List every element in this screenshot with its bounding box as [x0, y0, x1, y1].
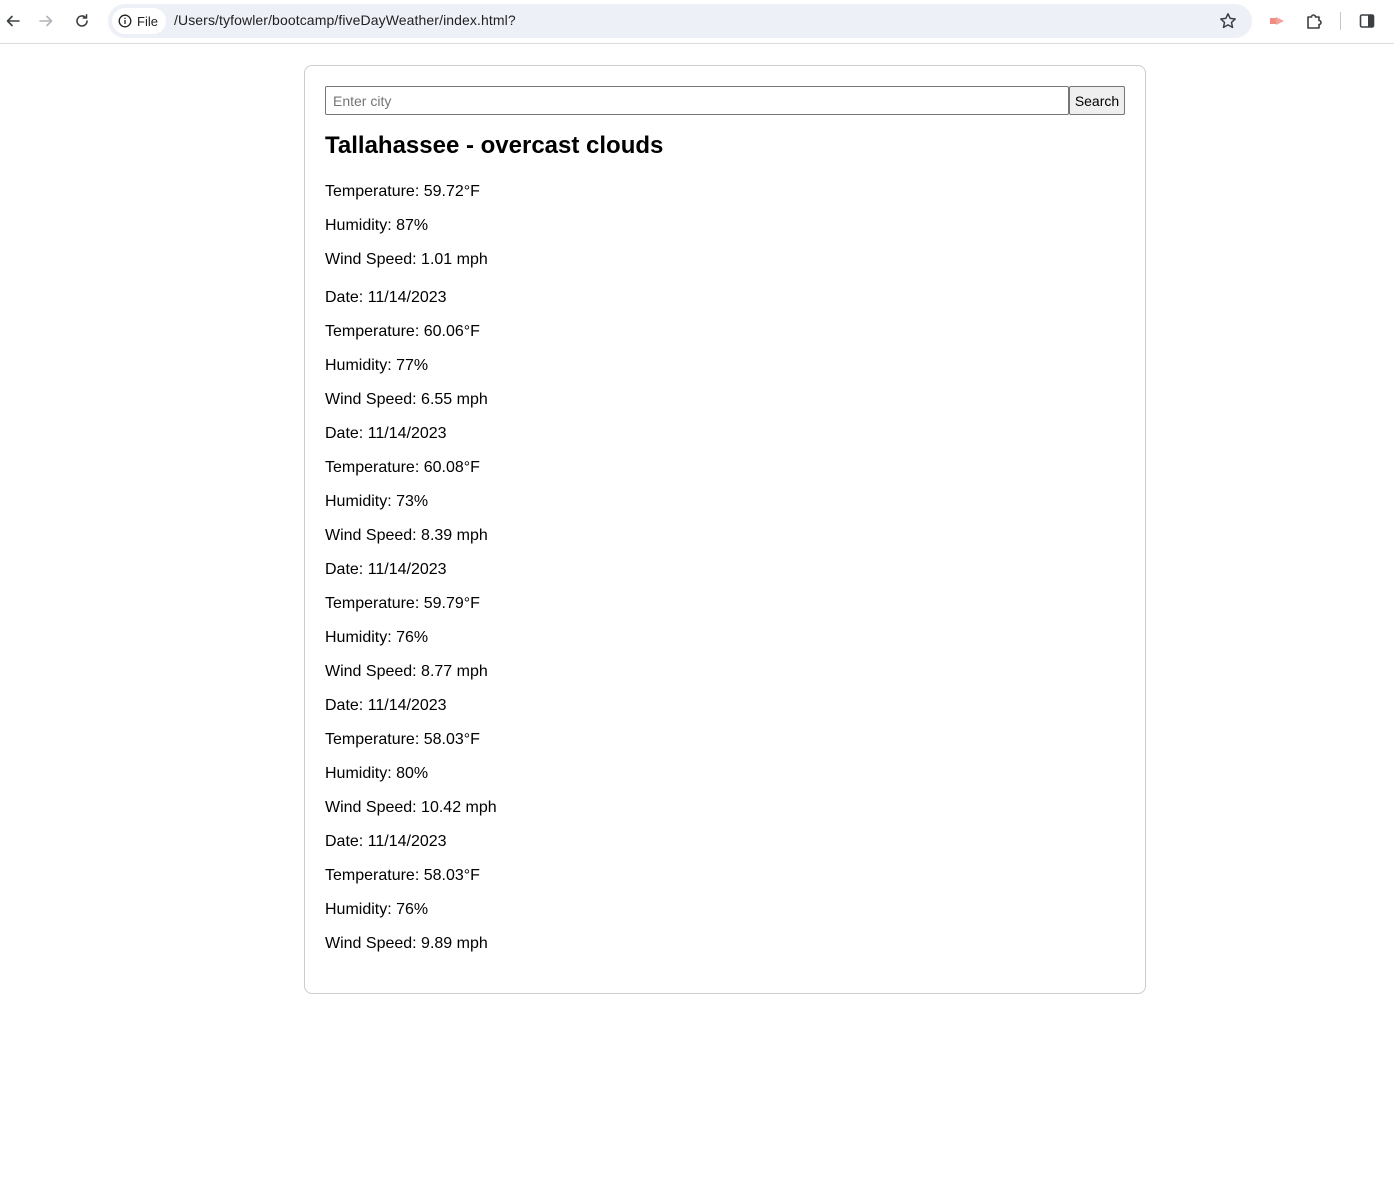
- forecast-humidity: Humidity: 73%: [325, 493, 429, 510]
- site-info-chip[interactable]: File: [112, 8, 166, 34]
- search-button[interactable]: Search: [1069, 86, 1125, 115]
- forecast-date: Date: 11/14/2023: [325, 289, 447, 306]
- browser-toolbar: File /Users/tyfowler/bootcamp/fiveDayWea…: [0, 0, 1394, 44]
- forecast-date: Date: 11/14/2023: [325, 561, 447, 578]
- search-form: Search: [325, 86, 1125, 115]
- forecast-wind-speed: Wind Speed: 8.77 mph: [325, 663, 488, 680]
- forecast-temperature: Temperature: 59.79°F: [325, 595, 480, 612]
- reload-icon: [76, 14, 88, 27]
- forecast-humidity: Humidity: 76%: [325, 629, 429, 646]
- forecast-wind-speed: Wind Speed: 6.55 mph: [325, 391, 488, 408]
- forecast-wind-speed: Wind Speed: 9.89 mph: [325, 935, 488, 952]
- bookmark-button[interactable]: [1216, 9, 1240, 33]
- forecast-date: Date: 11/14/2023: [325, 697, 447, 714]
- toolbar-divider: [1340, 12, 1341, 30]
- extensions-menu-button[interactable]: [1301, 8, 1327, 34]
- extension-logo-icon: [1270, 17, 1284, 25]
- reload-button[interactable]: [69, 8, 95, 34]
- arrow-left-icon: [6, 15, 20, 27]
- forecast-temperature: Temperature: 60.06°F: [325, 323, 480, 340]
- weather-container: Search Tallahassee - overcast clouds Tem…: [304, 65, 1146, 994]
- current-humidity: Humidity: 87%: [325, 217, 429, 234]
- forecast-temperature: Temperature: 58.03°F: [325, 731, 480, 748]
- forecast-humidity: Humidity: 80%: [325, 765, 429, 782]
- forecast-temperature: Temperature: 58.03°F: [325, 867, 480, 884]
- side-panel-button[interactable]: [1354, 8, 1380, 34]
- current-temperature: Temperature: 59.72°F: [325, 183, 480, 200]
- arrow-right-icon: [39, 15, 53, 27]
- star-icon: [1220, 13, 1236, 29]
- forecast-humidity: Humidity: 77%: [325, 357, 429, 374]
- puzzle-icon: [1307, 14, 1322, 29]
- info-icon: [118, 14, 132, 28]
- forecast-humidity: Humidity: 76%: [325, 901, 429, 918]
- url-text[interactable]: /Users/tyfowler/bootcamp/fiveDayWeather/…: [174, 12, 516, 28]
- address-bar[interactable]: File /Users/tyfowler/bootcamp/fiveDayWea…: [108, 4, 1252, 38]
- forecast-date: Date: 11/14/2023: [325, 425, 447, 442]
- current-wind-speed: Wind Speed: 1.01 mph: [325, 251, 488, 268]
- back-button[interactable]: [0, 8, 26, 34]
- forward-button[interactable]: [33, 8, 59, 34]
- forecast-wind-speed: Wind Speed: 8.39 mph: [325, 527, 488, 544]
- forecast-temperature: Temperature: 60.08°F: [325, 459, 480, 476]
- city-input[interactable]: [325, 86, 1069, 115]
- forecast-wind-speed: Wind Speed: 10.42 mph: [325, 799, 497, 816]
- forecast-date: Date: 11/14/2023: [325, 833, 447, 850]
- extension-button[interactable]: [1264, 8, 1290, 34]
- side-panel-icon: [1359, 14, 1375, 28]
- file-chip-label: File: [137, 13, 158, 29]
- current-weather-title: Tallahassee - overcast clouds: [325, 132, 664, 159]
